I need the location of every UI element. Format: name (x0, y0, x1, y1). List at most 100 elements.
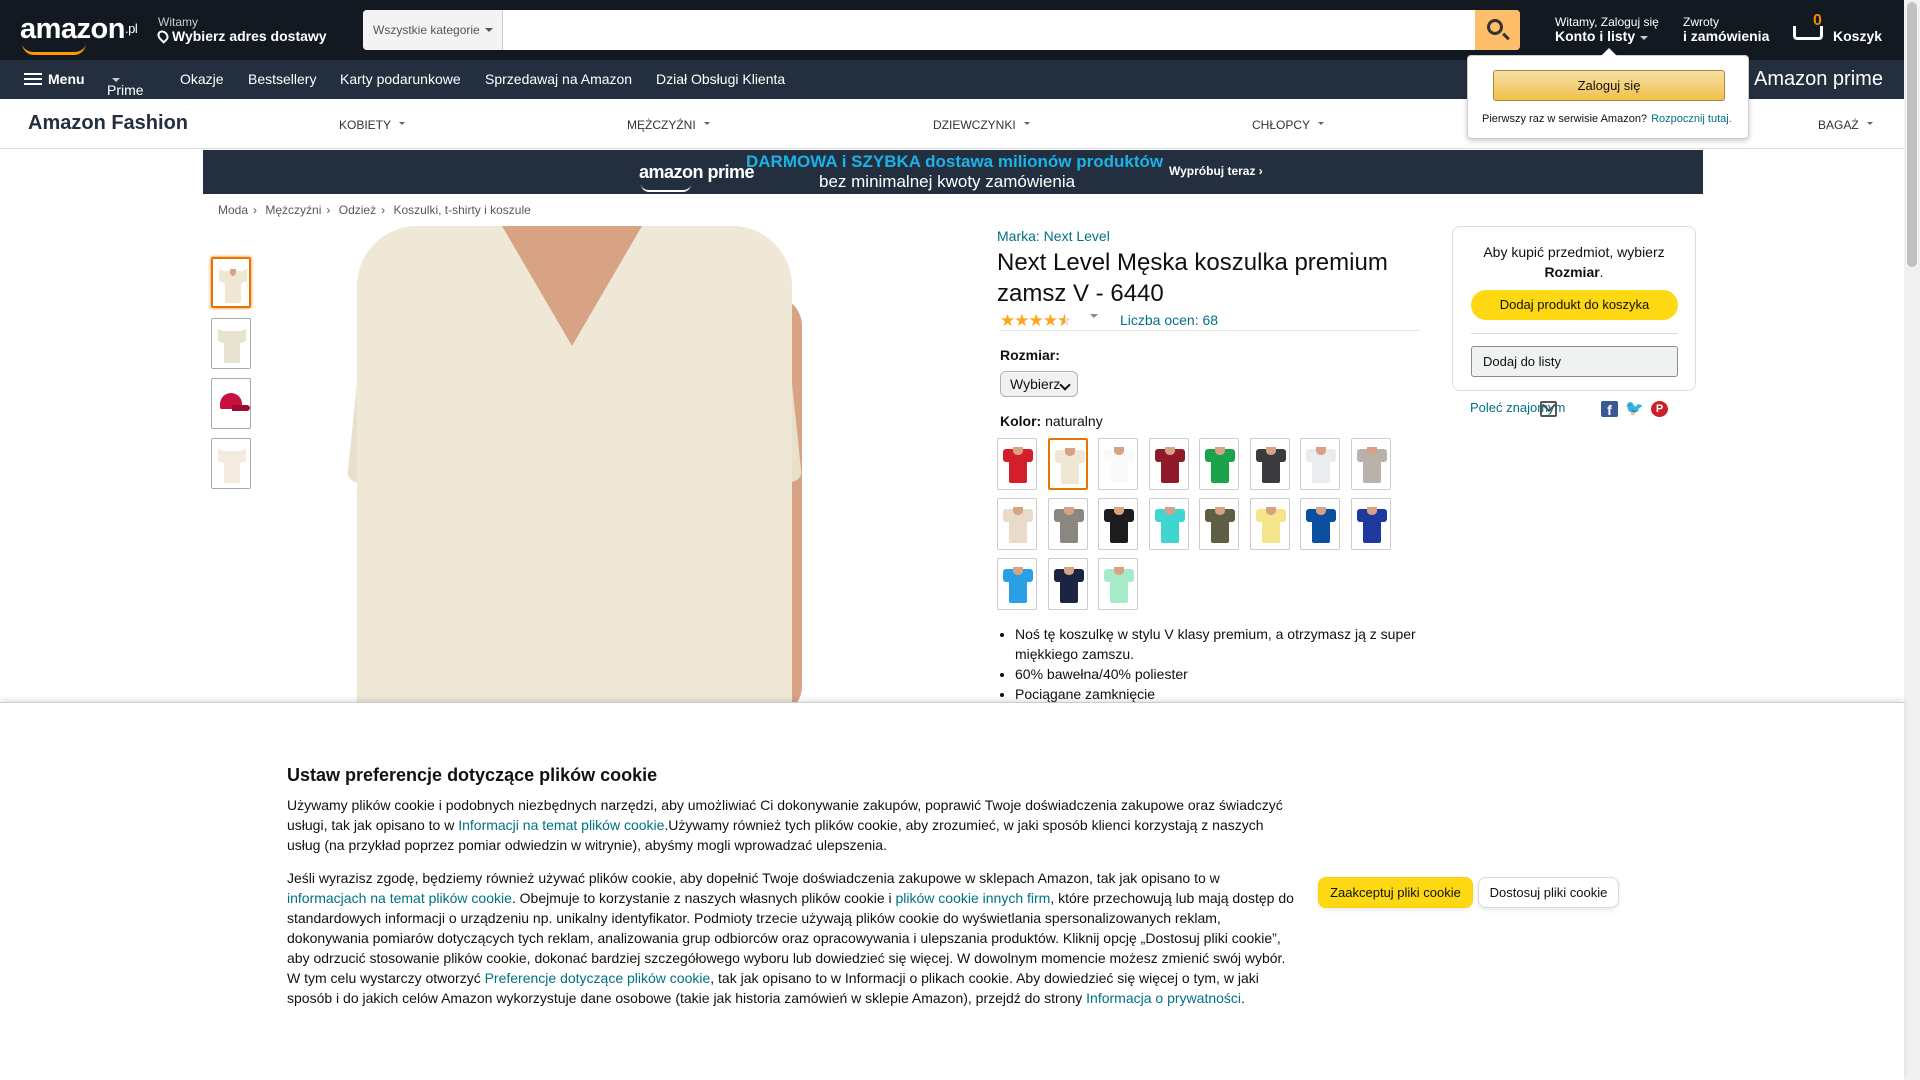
color-swatch[interactable] (997, 438, 1037, 490)
banner-line2: bez minimalnej kwoty zamówienia (819, 172, 1076, 191)
start-here-link[interactable]: Rozpocznij tutaj. (1651, 113, 1732, 125)
ratings-count-link[interactable]: Liczba ocen: 68 (1120, 312, 1218, 328)
add-to-list-button[interactable]: Dodaj do listy (1471, 346, 1678, 377)
color-swatch[interactable] (1148, 438, 1189, 490)
scrollbar[interactable] (1904, 0, 1920, 1080)
deliver-address: Wybierz adres dostawy (155, 28, 327, 44)
breadcrumb-item[interactable]: Odzież (339, 203, 376, 217)
nav-customer-service[interactable]: Dział Obsługi Klienta (656, 71, 785, 87)
prime-banner[interactable]: amazon prime DARMOWA i SZYBKA dostawa mi… (203, 150, 1703, 194)
fashion-cat-girls[interactable]: DZIEWCZYNKI (933, 118, 1030, 132)
email-icon[interactable] (1540, 401, 1557, 417)
chevron-down-icon[interactable] (1090, 314, 1098, 322)
cookie-banner: Ustaw preferencje dotyczące plików cooki… (0, 702, 1904, 1080)
breadcrumb-item[interactable]: Koszulki, t-shirty i koszule (393, 203, 530, 217)
cart-icon (1793, 26, 1823, 40)
search-button[interactable] (1475, 10, 1520, 50)
deliver-to[interactable]: Witamy Wybierz adres dostawy (155, 15, 327, 44)
product-title: Next Level Męska koszulka premium zamsz … (997, 249, 1388, 307)
nav-deals[interactable]: Okazje (180, 71, 224, 87)
thumbnail-3[interactable] (211, 378, 251, 429)
nav-prime[interactable]: Prime (107, 71, 144, 98)
main-product-image[interactable] (262, 226, 962, 716)
signin-button[interactable]: Zaloguj się (1493, 70, 1725, 101)
color-swatch[interactable] (997, 558, 1037, 610)
color-swatch[interactable] (1098, 498, 1138, 550)
search-bar: Wszystkie kategorie (363, 10, 1520, 50)
add-to-cart-button[interactable]: Dodaj produkt do koszyka (1471, 290, 1678, 320)
cookie-info-link[interactable]: Informacji na temat plików cookie (458, 817, 664, 833)
thumbnail-2[interactable] (211, 318, 251, 369)
color-swatch[interactable] (1047, 498, 1088, 550)
prime-banner-logo: amazon prime (639, 162, 755, 192)
nav-gift-cards[interactable]: Karty podarunkowe (340, 71, 461, 87)
twitter-icon[interactable]: 🐦 (1625, 401, 1644, 417)
banner-cta[interactable]: Wypróbuj teraz › (1169, 164, 1263, 178)
menu-button[interactable]: Menu (24, 71, 85, 87)
nav-bestsellers[interactable]: Bestsellery (248, 71, 316, 87)
fashion-cat-men[interactable]: MĘŻCZYŹNI (627, 118, 710, 132)
list-item: 60% bawełna/40% poliester (1015, 664, 1435, 684)
thumbnail-1[interactable] (211, 257, 251, 308)
color-swatch[interactable] (1199, 438, 1239, 490)
chevron-right-icon: › (326, 203, 331, 217)
color-value: naturalny (1045, 413, 1103, 429)
amazon-fashion-logo[interactable]: Amazon Fashion (28, 112, 188, 135)
search-input[interactable] (503, 10, 1473, 50)
breadcrumb-item[interactable]: Mężczyźni (265, 203, 321, 217)
tshirt-image (218, 447, 246, 483)
account-lists[interactable]: Witamy, Zaloguj się Konto i listy (1555, 15, 1659, 44)
nav-sell[interactable]: Sprzedawaj na Amazon (485, 71, 632, 87)
star-rating-icon[interactable]: ★★★★★ (1000, 311, 1072, 331)
facebook-icon[interactable]: f (1601, 401, 1618, 418)
amazon-prime-brand[interactable]: Amazon prime (1754, 68, 1883, 91)
orders-label: i zamówienia (1683, 28, 1770, 44)
buy-box: Aby kupić przedmiot, wybierz Rozmiar. Do… (1452, 226, 1696, 391)
color-swatch[interactable] (1350, 438, 1391, 490)
color-swatch[interactable] (1098, 558, 1138, 610)
breadcrumb-item[interactable]: Moda (218, 203, 248, 217)
color-swatch[interactable] (1300, 438, 1340, 490)
color-swatch[interactable] (997, 498, 1037, 550)
banner-line1: DARMOWA i SZYBKA dostawa milionów produk… (746, 152, 1164, 171)
fashion-cat-women[interactable]: KOBIETY (339, 118, 405, 132)
account-label: Konto i listy (1555, 29, 1659, 44)
cookie-preferences-link[interactable]: Preferencje dotyczące plików cookie (485, 970, 711, 986)
color-swatch[interactable] (1350, 498, 1391, 550)
list-item: Pociągane zamknięcie (1015, 684, 1435, 704)
color-label: Kolor: naturalny (1000, 413, 1103, 429)
size-select[interactable]: Wybierz (1000, 371, 1078, 397)
thumbnail-4[interactable] (211, 438, 251, 489)
accept-cookies-button[interactable]: Zaakceptuj pliki cookie (1318, 877, 1473, 908)
color-swatch[interactable] (1300, 498, 1340, 550)
smile-icon (22, 43, 86, 55)
greeting: Witamy (158, 15, 198, 29)
customize-cookies-button[interactable]: Dostosuj pliki cookie (1478, 877, 1619, 908)
rating-row: ★★★★★ Liczba ocen: 68 (1000, 311, 1420, 331)
brand-link[interactable]: Marka: Next Level (997, 228, 1110, 244)
privacy-notice-link[interactable]: Informacja o prywatności (1086, 990, 1241, 1006)
cookie-text-1: Używamy plików cookie i podobnych niezbę… (287, 797, 1283, 853)
share-row: Poleć znajomym f 🐦 P (1470, 400, 1668, 418)
color-swatch[interactable] (1148, 498, 1189, 550)
fashion-cat-luggage[interactable]: BAGAŻ (1818, 118, 1873, 132)
returns-orders[interactable]: Zwroty i zamówienia (1683, 15, 1769, 43)
color-swatch[interactable] (1249, 498, 1290, 550)
cookie-info-link-2[interactable]: informacjach na temat plików cookie (287, 890, 512, 906)
cart-button[interactable]: 0 Koszyk (1793, 12, 1893, 46)
search-category-dropdown[interactable]: Wszystkie kategorie (363, 10, 503, 50)
color-swatch[interactable] (1199, 498, 1239, 550)
fashion-cat-boys[interactable]: CHŁOPCY (1252, 118, 1324, 132)
search-icon (1487, 19, 1503, 35)
color-swatch[interactable] (1098, 438, 1138, 490)
color-swatch[interactable] (1047, 438, 1088, 490)
color-swatch[interactable] (1047, 558, 1088, 610)
pinterest-icon[interactable]: P (1651, 401, 1668, 417)
amazon-logo[interactable]: amazon.pl (20, 13, 138, 55)
scrollbar-thumb[interactable] (1907, 2, 1917, 267)
third-party-cookies-link[interactable]: plików cookie innych firm (896, 890, 1051, 906)
chevron-right-icon: › (253, 203, 258, 217)
color-swatch[interactable] (1249, 438, 1290, 490)
cart-label: Koszyk (1833, 28, 1883, 44)
list-item: Noś tę koszulkę w stylu V klasy premium,… (1015, 624, 1435, 664)
